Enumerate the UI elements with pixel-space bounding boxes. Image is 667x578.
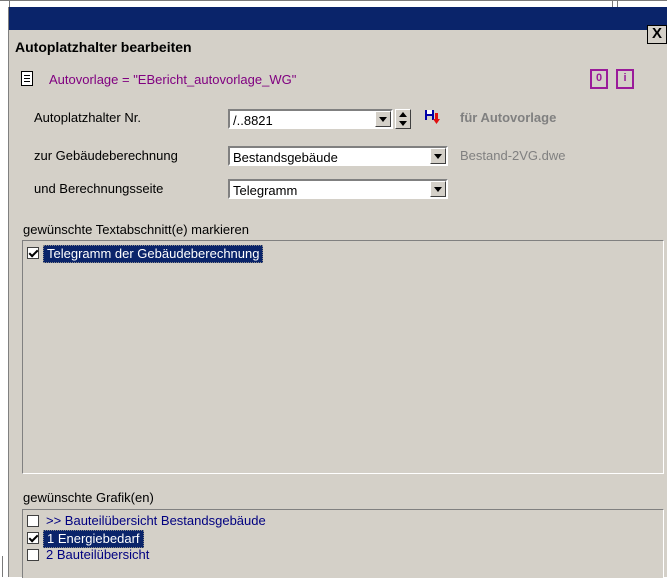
list-item-label: Telegramm der Gebäudeberechnung: [43, 245, 264, 263]
chevron-down-icon[interactable]: [430, 148, 446, 164]
close-button[interactable]: X: [647, 25, 667, 44]
background-line: [0, 0, 667, 1]
background-line: [617, 0, 618, 7]
checkbox[interactable]: [27, 532, 39, 544]
for-template-label: für Autovorlage: [460, 110, 557, 125]
dialog-title: Autoplatzhalter bearbeiten: [15, 39, 192, 55]
graphics-label: gewünschte Grafik(en): [23, 490, 154, 505]
list-item-label: >> Bauteilübersicht Bestandsgebäude: [46, 513, 266, 528]
save-to-template-icon[interactable]: [424, 109, 440, 125]
title-bar: [9, 7, 667, 30]
text-sections-list[interactable]: Telegramm der Gebäudeberechnung: [22, 240, 664, 474]
spin-up-icon[interactable]: [399, 112, 407, 117]
template-subtitle: Autovorlage = "EBericht_autovorlage_WG": [49, 72, 297, 87]
document-icon: [21, 71, 33, 86]
graphics-list[interactable]: >> Bauteilübersicht Bestandsgebäude 1 En…: [22, 509, 664, 578]
building-calc-label: zur Gebäudeberechnung: [34, 148, 178, 163]
placeholder-nr-spinner[interactable]: [395, 109, 411, 129]
calc-page-label: und Berechnungsseite: [34, 181, 164, 196]
checkbox[interactable]: [27, 515, 39, 527]
calc-page-value: Telegramm: [233, 183, 298, 198]
placeholder-nr-label: Autoplatzhalter Nr.: [34, 110, 141, 125]
list-item-label: 2 Bauteilübersicht: [46, 547, 150, 562]
calc-page-combo[interactable]: Telegramm: [228, 179, 448, 199]
autoplatzhalter-dialog: Autoplatzhalter bearbeiten X Autovorlage…: [8, 7, 667, 578]
placeholder-nr-combo[interactable]: /..8821: [228, 109, 393, 129]
subtitle-row: Autovorlage = "EBericht_autovorlage_WG" …: [13, 63, 663, 93]
checkbox[interactable]: [27, 549, 39, 561]
zero-icon[interactable]: 0: [590, 69, 608, 89]
spin-down-icon[interactable]: [399, 121, 407, 126]
background-line: [2, 556, 3, 577]
chevron-down-icon[interactable]: [375, 111, 391, 127]
building-calc-value: Bestandsgebäude: [233, 150, 338, 165]
checkbox[interactable]: [27, 247, 39, 259]
background-line: [9, 0, 10, 7]
chevron-down-icon[interactable]: [430, 181, 446, 197]
calc-file-name: Bestand-2VG.dwe: [460, 148, 566, 163]
list-item-label: 1 Energiebedarf: [43, 530, 144, 548]
text-sections-label: gewünschte Textabschnitt(e) markieren: [23, 222, 249, 237]
background-line: [612, 0, 613, 7]
building-calc-combo[interactable]: Bestandsgebäude: [228, 146, 448, 166]
info-icon[interactable]: i: [616, 69, 634, 89]
placeholder-nr-value: /..8821: [233, 113, 273, 128]
